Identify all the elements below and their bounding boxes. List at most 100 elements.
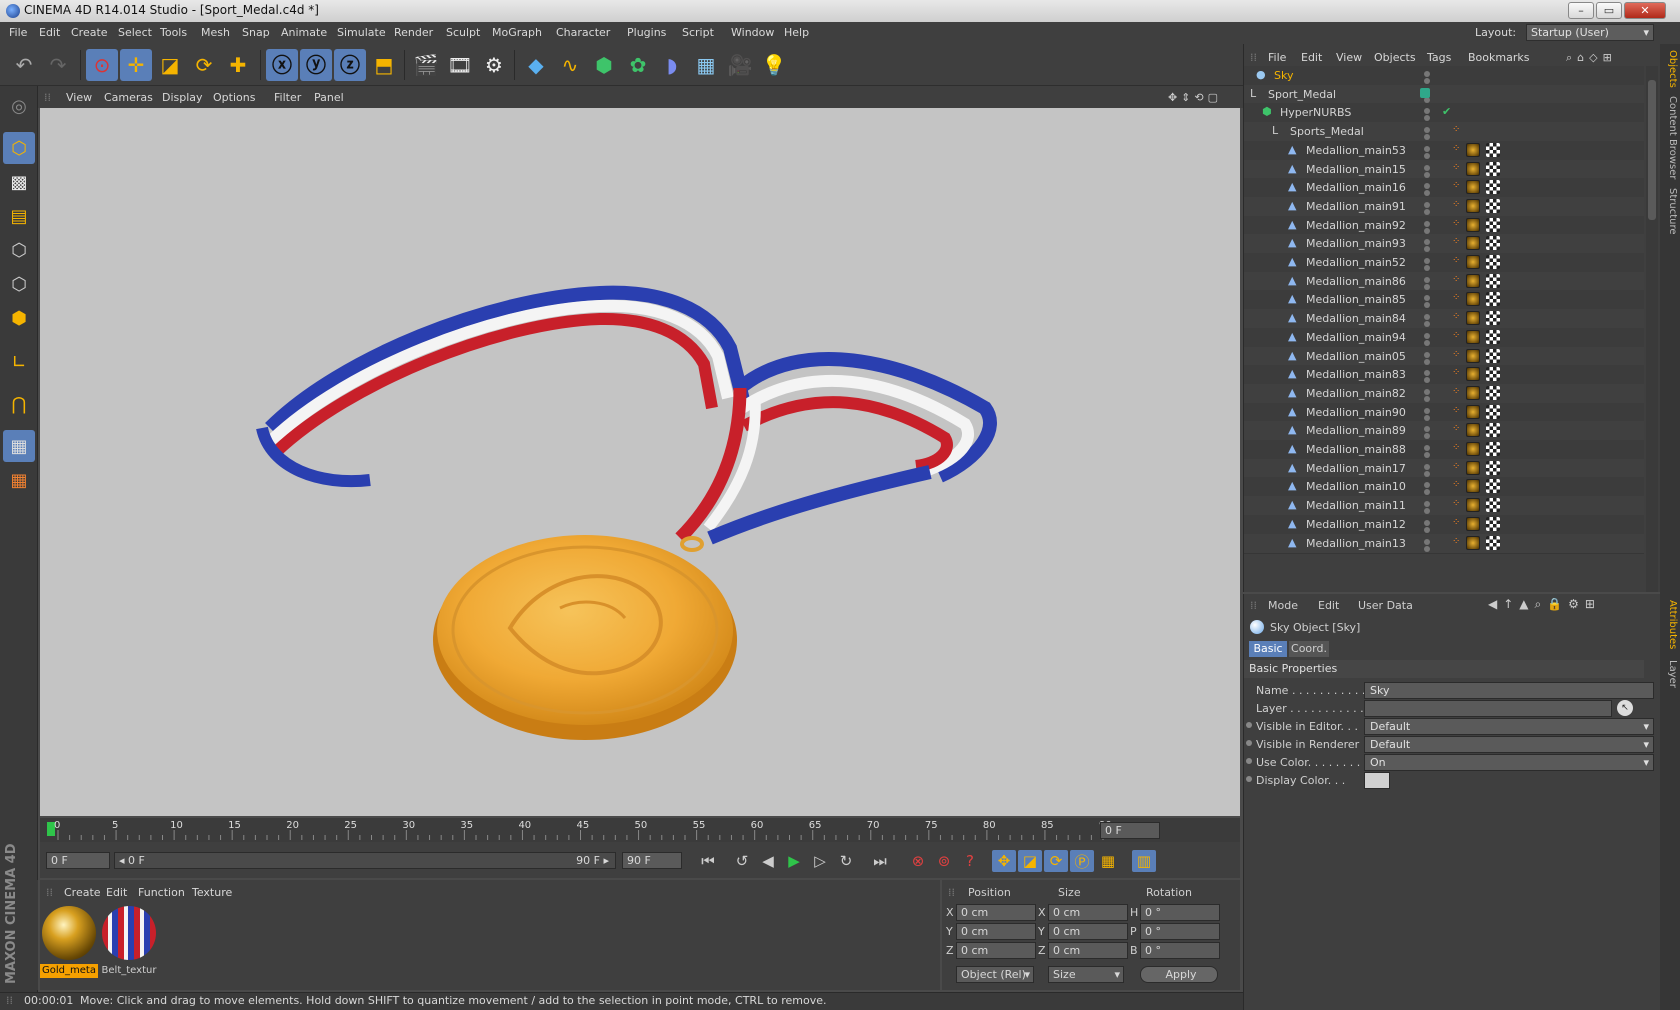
visibility-dot[interactable] [1424, 127, 1430, 134]
objects-menu-tags[interactable]: Tags [1427, 51, 1451, 64]
uvw-tag-icon[interactable] [1486, 423, 1500, 438]
texture-tag-icon[interactable] [1466, 367, 1480, 382]
object-row[interactable]: ▲ Medallion_main88 ⁘ [1244, 440, 1644, 460]
phong-tag-icon[interactable]: ⁘ [1452, 517, 1460, 528]
workplane-icon[interactable]: ▦ [3, 464, 35, 496]
menu-sculpt[interactable]: Sculpt [446, 26, 480, 39]
visibility-dot[interactable] [1424, 526, 1430, 533]
menu-file[interactable]: File [9, 26, 27, 39]
texture-tag-icon[interactable] [1466, 329, 1480, 344]
viewport-menu-panel[interactable]: Panel [314, 91, 344, 104]
texture-tag-icon[interactable] [1466, 217, 1480, 232]
texture-tag-icon[interactable] [1466, 535, 1480, 550]
object-row[interactable]: ▲ Medallion_main05 ⁘ [1244, 346, 1644, 367]
nurbs-icon[interactable]: ⬢ [588, 49, 620, 81]
texture-tag-icon[interactable] [1466, 292, 1480, 307]
uvw-tag-icon[interactable] [1486, 460, 1500, 475]
texture-tag-icon[interactable] [1466, 404, 1480, 419]
phong-tag-icon[interactable]: ⁘ [1452, 461, 1460, 472]
phong-tag-icon[interactable]: ⁘ [1452, 255, 1460, 266]
phong-tag-icon[interactable]: ⁘ [1452, 386, 1460, 397]
visibility-dot[interactable] [1424, 463, 1430, 470]
material-gold[interactable]: Gold_meta [40, 904, 98, 978]
menu-help[interactable]: Help [784, 26, 809, 39]
recent-tool-icon[interactable]: ✚ [222, 49, 254, 81]
visibility-dot[interactable] [1424, 332, 1430, 339]
visibility-dot[interactable] [1424, 489, 1430, 496]
phong-tag-icon[interactable]: ⁘ [1452, 536, 1460, 547]
y-axis-lock-icon[interactable]: ⓨ [300, 49, 332, 81]
record-keys-icon[interactable]: ⊗ [906, 850, 930, 872]
coordinate-system-icon[interactable]: ⬒ [368, 49, 400, 81]
phong-tag-icon[interactable]: ⁘ [1452, 367, 1460, 378]
next-frame-icon[interactable]: ▷ [808, 850, 832, 872]
spline-icon[interactable]: ∿ [554, 49, 586, 81]
redo-icon[interactable]: ↷ [42, 49, 74, 81]
object-row[interactable]: ▲ Medallion_main10 ⁘ [1244, 477, 1644, 498]
menu-simulate[interactable]: Simulate [337, 26, 386, 39]
visibility-dot[interactable] [1424, 78, 1430, 84]
uvw-tag-icon[interactable] [1486, 255, 1500, 269]
attr-dropdown[interactable]: Default ▾ [1364, 736, 1654, 753]
object-row[interactable]: ▲ Medallion_main85 ⁘ [1244, 290, 1644, 311]
texture-tag-icon[interactable] [1466, 442, 1480, 456]
animate-radio[interactable] [1246, 722, 1252, 728]
visibility-dot[interactable] [1424, 295, 1430, 302]
animate-radio[interactable] [1246, 776, 1252, 782]
menu-render[interactable]: Render [394, 26, 433, 39]
material-belt[interactable]: Belt_textur [100, 904, 158, 978]
attr-dropdown[interactable]: On ▾ [1364, 754, 1654, 771]
animate-radio[interactable] [1246, 740, 1252, 746]
visibility-dot[interactable] [1424, 152, 1430, 159]
menu-select[interactable]: Select [118, 26, 152, 39]
minimize-button[interactable]: – [1568, 2, 1594, 19]
object-row[interactable]: ▲ Medallion_main53 ⁘ [1244, 140, 1644, 161]
visibility-dot[interactable] [1424, 220, 1430, 227]
coord-pos-field[interactable]: 0 cm [956, 923, 1036, 940]
texture-tag-icon[interactable] [1466, 142, 1480, 157]
attr-menu-mode[interactable]: Mode [1268, 599, 1298, 612]
uvw-tag-icon[interactable] [1486, 404, 1500, 419]
phong-tag-icon[interactable]: ⁘ [1452, 330, 1460, 341]
attr-menu-edit[interactable]: Edit [1318, 599, 1339, 612]
visibility-dot[interactable] [1424, 71, 1430, 77]
phong-tag-icon[interactable]: ⁘ [1452, 442, 1460, 453]
object-row[interactable]: ▲ Medallion_main90 ⁘ [1244, 402, 1644, 423]
uvw-tag-icon[interactable] [1486, 142, 1500, 157]
go-to-start-icon[interactable]: ⏮ [696, 850, 720, 872]
coord-pos-field[interactable]: 0 cm [956, 904, 1036, 921]
side-tab-objects[interactable]: Objects [1662, 50, 1678, 88]
object-row[interactable]: ▲ Medallion_main12 ⁘ [1244, 514, 1644, 535]
phong-tag-icon[interactable]: ⁘ [1452, 180, 1460, 191]
points-mode-icon[interactable]: ⬡ [3, 234, 35, 266]
objects-menu-bookmarks[interactable]: Bookmarks [1468, 51, 1529, 64]
play-icon[interactable]: ▶ [782, 850, 806, 872]
material-menu-texture[interactable]: Texture [192, 886, 232, 899]
maximize-button[interactable]: ▭ [1596, 2, 1622, 19]
visibility-dot[interactable] [1424, 407, 1430, 414]
side-tab-attributes[interactable]: Attributes [1662, 600, 1678, 649]
object-row[interactable]: ▲ Medallion_main86 ⁘ [1244, 271, 1644, 292]
cube-object-icon[interactable]: ◆ [520, 49, 552, 81]
objects-menu-view[interactable]: View [1336, 51, 1362, 64]
texture-tag-icon[interactable] [1466, 198, 1480, 213]
objects-menu-objects[interactable]: Objects [1374, 51, 1416, 64]
key-rotation-icon[interactable]: ⟳ [1044, 850, 1068, 872]
attr-header-icons[interactable]: ◀↑▲⌕🔒⚙⊞ [1488, 597, 1601, 612]
name-input[interactable]: Sky [1364, 682, 1654, 699]
visibility-dot[interactable] [1424, 302, 1430, 309]
keyframe-selection-icon[interactable]: ? [958, 850, 982, 872]
menu-script[interactable]: Script [682, 26, 714, 39]
visibility-dot[interactable] [1424, 246, 1430, 253]
uvw-tag-icon[interactable] [1486, 348, 1500, 363]
previous-frame-icon[interactable]: ◀ [756, 850, 780, 872]
visibility-dot[interactable] [1424, 370, 1430, 377]
visibility-dot[interactable] [1424, 321, 1430, 328]
apply-button[interactable]: Apply [1140, 966, 1218, 983]
visibility-dot[interactable] [1424, 395, 1430, 402]
menu-mograph[interactable]: MoGraph [492, 26, 542, 39]
uvw-tag-icon[interactable] [1486, 367, 1500, 382]
animate-radio[interactable] [1246, 758, 1252, 764]
object-row[interactable]: ▲ Medallion_main15 ⁘ [1244, 159, 1644, 180]
visibility-dot[interactable] [1424, 452, 1430, 458]
